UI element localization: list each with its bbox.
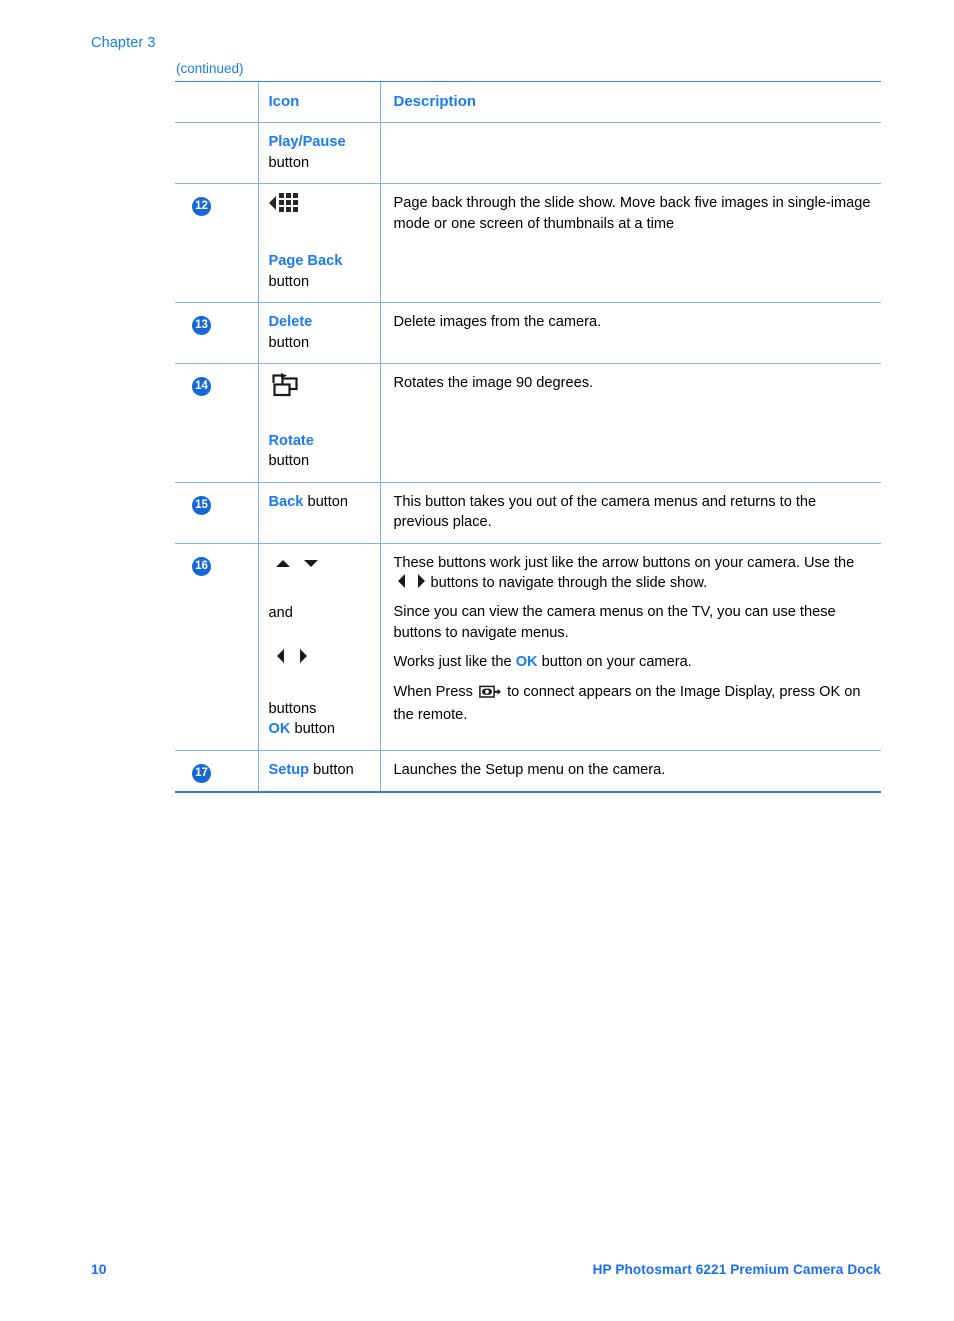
chapter-header: Chapter 3	[91, 35, 156, 51]
icon-label-plain: button	[307, 493, 349, 510]
callout-badge: 15	[192, 495, 211, 515]
icon-label-blue: Rotate	[268, 432, 314, 449]
row-number-cell: 15	[175, 482, 258, 544]
column-header-icon: Icon	[257, 80, 380, 124]
table-row: 15 Back button This button takes you out…	[175, 482, 881, 544]
triangle-right-icon	[299, 649, 307, 664]
inline-left-right-arrows-icon	[397, 574, 425, 589]
column-header-description: Description	[379, 80, 881, 124]
row-icon-cell: Play/Pause button	[257, 122, 380, 185]
rotate-icon	[269, 372, 370, 401]
row-icon-cell: and buttons OK button	[257, 543, 380, 751]
column-header-description-label: Description	[393, 93, 477, 110]
row-icon-cell: Delete button	[257, 302, 380, 364]
table-row: 13 Delete button Delete images from the …	[175, 302, 881, 364]
row-number-cell: 12	[175, 183, 258, 304]
icon-label-plain: button	[268, 453, 310, 470]
remote-buttons-table: Icon Description Play/Pause button 12 Pa…	[175, 80, 881, 793]
icon-label-plain: button	[268, 154, 310, 171]
row-number-cell: 13	[175, 302, 258, 364]
table-row: 12 Page Back button Page back through th…	[175, 183, 881, 304]
remote-buttons-table-wrapper: Icon Description Play/Pause button 12 Pa…	[175, 80, 881, 793]
callout-badge: 17	[192, 763, 211, 783]
row-description-cell: These buttons work just like the arrow b…	[379, 543, 881, 751]
row-number-cell: 16	[175, 543, 258, 751]
table-row: 17 Setup button Launches the Setup menu …	[175, 750, 881, 793]
footer-product-title: HP Photosmart 6221 Premium Camera Dock	[592, 1262, 881, 1277]
callout-badge: 14	[192, 376, 211, 396]
ok-inline-label: OK	[515, 654, 538, 671]
ok-button-label: OK button	[268, 721, 336, 738]
row-description-cell: Launches the Setup menu on the camera.	[379, 750, 881, 793]
icon-spacer	[269, 405, 370, 431]
icon-spacer	[269, 681, 370, 699]
icon-label-blue: Setup	[268, 761, 310, 778]
icon-spacer	[269, 585, 370, 603]
triangle-left-icon	[276, 649, 284, 664]
description-paragraph: These buttons work just like the arrow b…	[393, 554, 855, 592]
callout-badge: 16	[192, 556, 211, 576]
icon-label-blue: Back	[268, 493, 304, 510]
arrow-buttons-icon	[269, 553, 370, 581]
row-description-cell: Page back through the slide show. Move b…	[379, 183, 881, 304]
icon-label-plain: button	[313, 761, 354, 778]
row-icon-cell: Back button	[257, 482, 380, 544]
icon-label-plain: button	[268, 273, 310, 290]
thumbnail-grid-icon	[278, 193, 298, 213]
icon-label-blue: Play/Pause	[268, 134, 346, 151]
icon-spacer	[269, 623, 370, 649]
description-paragraph: Works just like the OK button on your ca…	[393, 654, 692, 671]
icon-label-blue: Delete	[268, 314, 313, 331]
row-icon-cell: Setup button	[257, 750, 380, 793]
table-row: 14 Rotate button Rotates the image 90 de…	[175, 363, 881, 483]
row-number-cell: 14	[175, 363, 258, 483]
triangle-down-icon	[303, 559, 318, 567]
row-description-cell: This button takes you out of the camera …	[379, 482, 881, 544]
icon-spacer	[269, 225, 370, 251]
row-icon-cell: Page Back button	[257, 183, 380, 304]
callout-badge: 12	[192, 197, 211, 217]
camera-connect-icon	[479, 685, 502, 705]
row-number-cell: 17	[175, 750, 258, 793]
document-page: Chapter 3 (continued) Icon Description P…	[0, 0, 954, 1321]
icon-label-plain: buttons	[268, 701, 317, 718]
column-header-number	[175, 80, 258, 124]
triangle-left-icon	[268, 195, 276, 210]
triangle-up-icon	[275, 559, 290, 567]
description-paragraph: When Press to connect appears on the Ima…	[393, 683, 861, 724]
table-row: Play/Pause button	[175, 122, 881, 185]
row-number-cell	[175, 122, 258, 185]
table-continued-label: (continued)	[176, 61, 244, 76]
page-back-icon	[268, 193, 370, 221]
callout-badge: 13	[192, 316, 211, 336]
row-description-cell	[379, 122, 881, 185]
icon-label-blue: Page Back	[268, 253, 343, 270]
column-header-icon-label: Icon	[268, 93, 300, 110]
table-header-row: Icon Description	[175, 80, 881, 124]
footer-page-number: 10	[91, 1261, 107, 1277]
row-description-cell: Rotates the image 90 degrees.	[379, 363, 881, 483]
row-icon-cell: Rotate button	[257, 363, 380, 483]
icon-conjunction-label: and	[268, 604, 293, 621]
left-right-arrow-buttons-icon	[269, 649, 370, 677]
description-paragraph: Since you can view the camera menus on t…	[393, 604, 836, 641]
row-description-cell: Delete images from the camera.	[379, 302, 881, 364]
table-row: 16 and buttons OK button These buttons w…	[175, 543, 881, 751]
icon-label-plain: button	[268, 334, 310, 351]
